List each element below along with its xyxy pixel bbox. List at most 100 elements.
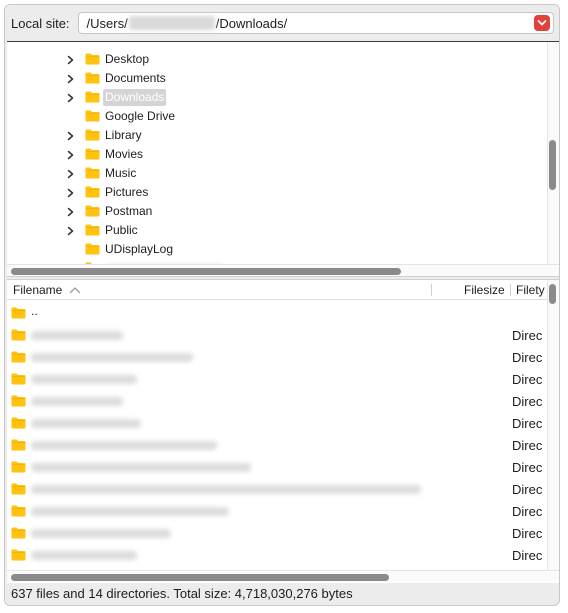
tree-item-label: Google Drive bbox=[105, 109, 176, 123]
tree-item[interactable]: Library bbox=[7, 126, 547, 145]
folder-icon bbox=[11, 527, 26, 539]
file-row[interactable]: Direc bbox=[7, 412, 547, 434]
files-vertical-scrollbar[interactable] bbox=[547, 280, 559, 570]
file-row[interactable]: Direc bbox=[7, 500, 547, 522]
tree-item[interactable]: Desktop bbox=[7, 50, 547, 69]
file-type: Direc bbox=[512, 416, 543, 431]
tree-item-label: Desktop bbox=[105, 52, 150, 66]
tree-item-label: Pictures bbox=[105, 185, 149, 199]
tree-item[interactable]: Google Drive bbox=[7, 107, 547, 126]
file-type: Direc bbox=[512, 350, 543, 365]
local-site-bar: Local site: /Users/ /Downloads/ bbox=[5, 5, 559, 41]
tree-item[interactable]: UDisplayLog bbox=[7, 240, 547, 259]
folder-icon bbox=[11, 307, 26, 319]
chevron-right-icon[interactable] bbox=[65, 183, 75, 202]
file-type: Direc bbox=[512, 372, 543, 387]
folder-icon bbox=[85, 243, 100, 255]
chevron-right-icon[interactable] bbox=[65, 50, 75, 69]
redacted-file-name bbox=[31, 485, 421, 494]
redacted-file-name bbox=[31, 419, 141, 428]
file-type: Direc bbox=[512, 482, 543, 497]
local-path-field[interactable]: /Users/ /Downloads/ bbox=[77, 12, 554, 34]
file-row[interactable]: Direc bbox=[7, 434, 547, 456]
file-row[interactable]: Direc bbox=[7, 324, 547, 346]
chevron-right-icon[interactable] bbox=[65, 126, 75, 145]
folder-icon bbox=[11, 439, 26, 451]
file-row[interactable]: Direc bbox=[7, 368, 547, 390]
folder-icon bbox=[85, 53, 100, 65]
folder-icon bbox=[85, 205, 100, 217]
redacted-file-name bbox=[31, 441, 217, 450]
path-dropdown-button[interactable] bbox=[533, 15, 550, 31]
folder-icon bbox=[11, 351, 26, 363]
folder-icon bbox=[85, 186, 100, 198]
file-type: Direc bbox=[512, 526, 543, 541]
tree-item[interactable]: Downloads bbox=[7, 88, 547, 107]
tree-item-label: Music bbox=[105, 166, 137, 180]
folder-icon bbox=[85, 224, 100, 236]
tree-item-label: Public bbox=[105, 223, 138, 237]
tree-vertical-scroll-thumb[interactable] bbox=[549, 140, 556, 190]
tree-item[interactable]: Documents bbox=[7, 69, 547, 88]
tree-item[interactable]: Public bbox=[7, 221, 547, 240]
chevron-right-icon[interactable] bbox=[65, 202, 75, 221]
column-filetype[interactable]: Filety bbox=[516, 280, 545, 300]
file-list-header: Filename Filesize Filety bbox=[7, 280, 547, 300]
column-filesize[interactable]: Filesize bbox=[464, 280, 505, 300]
redacted-file-name bbox=[31, 551, 137, 560]
folder-icon bbox=[85, 167, 100, 179]
tree-item[interactable]: Movies bbox=[7, 145, 547, 164]
redacted-file-name bbox=[31, 375, 137, 384]
files-vertical-scroll-thumb[interactable] bbox=[549, 284, 556, 304]
tree-item[interactable]: Postman bbox=[7, 202, 547, 221]
chevron-right-icon[interactable] bbox=[65, 69, 75, 88]
redacted-file-name bbox=[31, 331, 123, 340]
tree-horizontal-scroll-thumb[interactable] bbox=[11, 268, 401, 275]
folder-icon bbox=[11, 549, 26, 561]
file-row[interactable]: Direc bbox=[7, 544, 547, 566]
status-bar: 637 files and 14 directories. Total size… bbox=[5, 583, 559, 605]
file-row[interactable]: Direc bbox=[7, 478, 547, 500]
folder-icon bbox=[85, 91, 100, 103]
file-type: Direc bbox=[512, 438, 543, 453]
folder-icon bbox=[85, 148, 100, 160]
chevron-right-icon[interactable] bbox=[65, 145, 75, 164]
sort-ascending-icon bbox=[69, 287, 81, 294]
path-prefix: /Users/ bbox=[86, 15, 128, 31]
column-separator[interactable] bbox=[431, 284, 432, 296]
tree-item-label: Downloads bbox=[103, 89, 167, 106]
file-row[interactable]: Direc bbox=[7, 390, 547, 412]
folder-icon bbox=[11, 483, 26, 495]
chevron-down-icon bbox=[537, 20, 546, 26]
folder-icon bbox=[11, 461, 26, 473]
file-type: Direc bbox=[512, 504, 543, 519]
file-type: Direc bbox=[512, 328, 543, 343]
chevron-right-icon[interactable] bbox=[65, 164, 75, 183]
file-name: .. bbox=[31, 304, 38, 318]
parent-directory-row[interactable]: .. bbox=[7, 302, 547, 324]
file-type: Direc bbox=[512, 548, 543, 563]
local-site-label: Local site: bbox=[11, 15, 70, 31]
folder-icon bbox=[11, 417, 26, 429]
file-type: Direc bbox=[512, 460, 543, 475]
column-filename[interactable]: Filename bbox=[13, 280, 62, 300]
folder-icon bbox=[11, 505, 26, 517]
tree-item[interactable]: Music bbox=[7, 164, 547, 183]
column-separator[interactable] bbox=[510, 284, 511, 296]
file-row[interactable]: Direc bbox=[7, 346, 547, 368]
chevron-right-icon[interactable] bbox=[65, 88, 75, 107]
folder-icon bbox=[85, 72, 100, 84]
file-row[interactable]: Direc bbox=[7, 456, 547, 478]
folder-icon bbox=[85, 129, 100, 141]
tree-item-label: UDisplayLog bbox=[105, 242, 174, 256]
file-row[interactable]: Direc bbox=[7, 522, 547, 544]
folder-icon bbox=[11, 329, 26, 341]
tree-item[interactable]: Pictures bbox=[7, 183, 547, 202]
folder-icon bbox=[11, 395, 26, 407]
chevron-right-icon[interactable] bbox=[65, 221, 75, 240]
files-horizontal-scroll-thumb[interactable] bbox=[11, 574, 389, 581]
path-suffix: /Downloads/ bbox=[215, 15, 288, 31]
file-list: Filename Filesize Filety .. Direc Direc Dir… bbox=[7, 279, 559, 583]
redacted-username bbox=[128, 16, 215, 30]
tree-item-label: Postman bbox=[105, 204, 153, 218]
